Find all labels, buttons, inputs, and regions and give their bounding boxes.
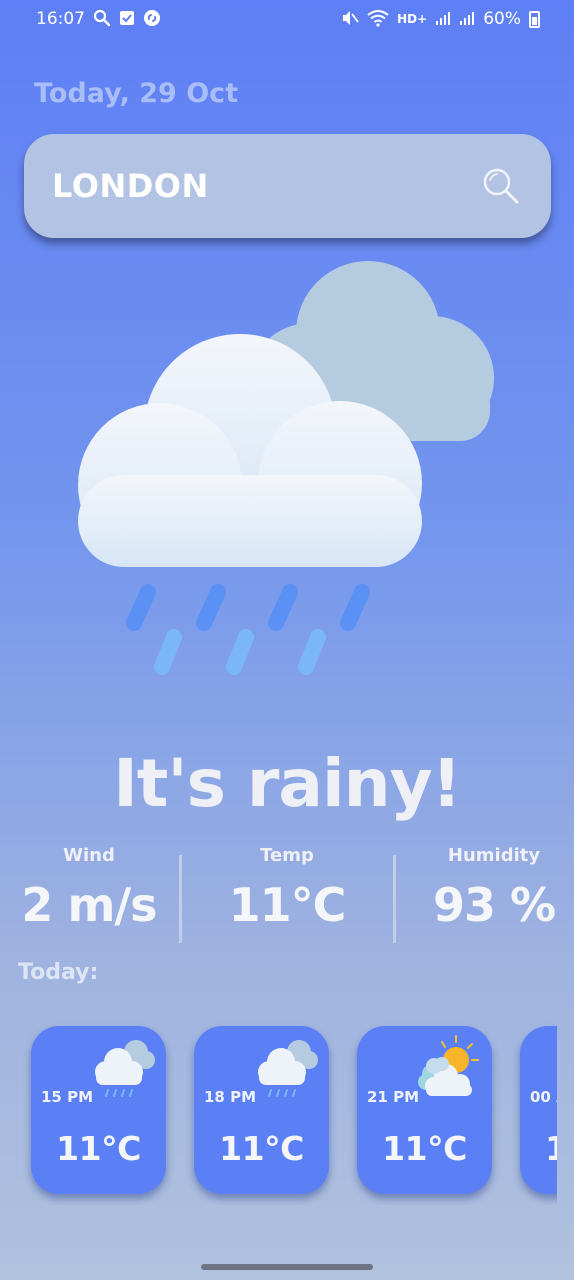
city-search-bar[interactable]: LONDON: [24, 134, 551, 238]
forecast-time: 18 PM: [204, 1088, 257, 1106]
forecast-card[interactable]: 18 PM 11°C: [194, 1026, 329, 1194]
humidity-stat: Humidity 93 %: [399, 845, 574, 932]
task-notification-icon: [119, 10, 135, 29]
current-date: Today, 29 Oct: [34, 78, 239, 109]
status-left: 16:07: [36, 9, 161, 30]
forecast-temp: 11°C: [545, 1129, 557, 1168]
forecast-temp: 11°C: [219, 1129, 304, 1168]
search-notification-icon: [93, 9, 111, 30]
temp-value: 11°C: [228, 878, 347, 932]
status-right: HD+ 60%: [341, 9, 540, 30]
city-search-input[interactable]: LONDON: [52, 167, 209, 205]
weather-condition: It's rainy!: [113, 745, 461, 822]
weather-stats: Wind 2 m/s Temp 11°C Humidity 93 %: [0, 845, 574, 950]
stat-divider: [179, 855, 182, 943]
shazam-notification-icon: [143, 9, 161, 30]
forecast-card[interactable]: 00 AM 11°C: [520, 1026, 557, 1194]
forecast-card[interactable]: 15 PM 11°C: [31, 1026, 166, 1194]
status-bar: 16:07 HD+ 60%: [0, 0, 574, 38]
temp-stat: Temp 11°C: [192, 845, 382, 932]
signal-icon: [435, 10, 451, 29]
stat-divider: [393, 855, 396, 943]
home-indicator[interactable]: [201, 1264, 373, 1270]
battery-percent: 60%: [483, 9, 521, 29]
mute-icon: [341, 9, 359, 30]
temp-label: Temp: [260, 845, 314, 866]
forecast-temp: 11°C: [56, 1129, 141, 1168]
rain-cloud-icon: [70, 255, 510, 685]
rain-cloud-icon: [86, 1032, 158, 1102]
wind-label: Wind: [63, 845, 115, 866]
forecast-temp: 11°C: [382, 1129, 467, 1168]
partly-sunny-icon: [412, 1032, 484, 1102]
forecast-time: 00 AM: [530, 1088, 557, 1106]
wind-stat: Wind 2 m/s: [0, 845, 184, 932]
wind-value: 2 m/s: [21, 878, 157, 932]
network-type-label: HD+: [397, 12, 428, 26]
search-icon[interactable]: [481, 166, 521, 206]
humidity-value: 93 %: [432, 878, 556, 932]
signal-icon: [459, 10, 475, 29]
forecast-card[interactable]: 21 PM 11°C: [357, 1026, 492, 1194]
humidity-label: Humidity: [447, 845, 541, 866]
forecast-time: 15 PM: [41, 1088, 94, 1106]
forecast-time: 21 PM: [367, 1088, 420, 1106]
battery-icon: [529, 10, 540, 28]
wifi-icon: [367, 9, 389, 30]
hourly-forecast-list[interactable]: 15 PM 11°C 18 PM 11°C 21 PM 11°C 00 AM: [0, 1020, 557, 1205]
status-time: 16:07: [36, 9, 85, 29]
rain-cloud-icon: [249, 1032, 321, 1102]
today-label: Today:: [18, 960, 99, 985]
